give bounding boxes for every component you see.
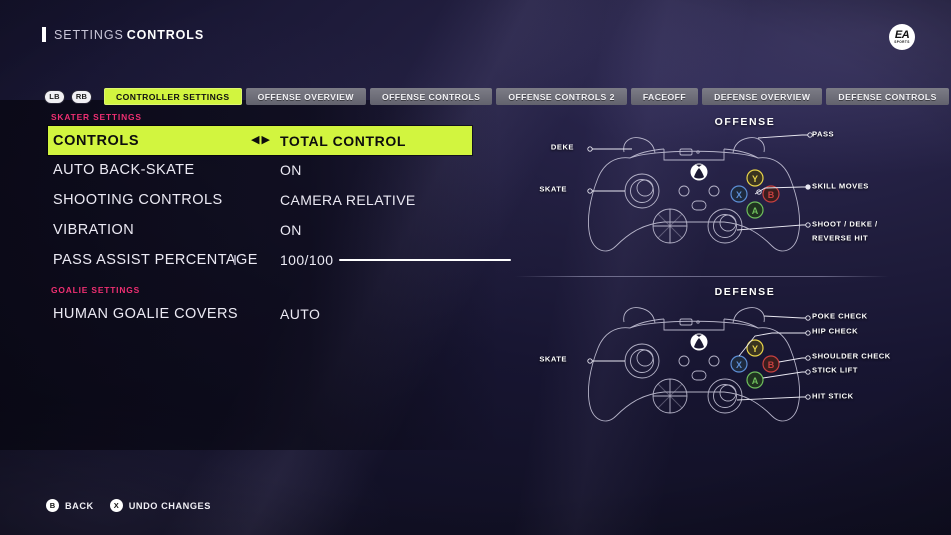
b-button-icon: B: [46, 499, 59, 512]
callout-label-reverse-hit: REVERSE HIT: [812, 233, 869, 243]
slider-tick-marker: [234, 255, 236, 265]
tab-offense-overview[interactable]: OFFENSE OVERVIEW: [245, 88, 366, 105]
tab-offense-controls-2[interactable]: OFFENSE CONTROLS 2: [496, 88, 627, 105]
slider-track[interactable]: [339, 258, 511, 262]
setting-name: CONTROLS: [53, 132, 140, 149]
skater-settings-group[interactable]: CONTROLS ◀ ▶ TOTAL CONTROL AUTO BACK-SKATE ON…: [48, 126, 511, 275]
setting-row-human-goalie-covers[interactable]: HUMAN GOALIE COVERS AUTO: [48, 299, 472, 329]
svg-text:B: B: [768, 360, 775, 370]
footer-actions[interactable]: B BACK X UNDO CHANGES: [46, 499, 211, 512]
setting-name: HUMAN GOALIE COVERS: [53, 306, 238, 322]
rb-bumper-icon[interactable]: RB: [71, 89, 92, 104]
setting-value[interactable]: ON: [280, 222, 302, 238]
setting-name: AUTO BACK-SKATE: [53, 162, 195, 178]
section-label-goalie: GOALIE SETTINGS: [51, 285, 141, 295]
callout-label-pass: PASS: [812, 129, 835, 139]
settings-list[interactable]: SKATER SETTINGS CONTROLS ◀ ▶ TOTAL CONTROL A…: [48, 112, 511, 329]
breadcrumb-accent-bar: [42, 27, 46, 42]
tab-bar[interactable]: LB RB CONTROLLER SETTINGS OFFENSE OVERVIE…: [44, 88, 951, 105]
tab-defense-controls[interactable]: DEFENSE CONTROLS: [826, 88, 949, 105]
ea-logo-subtext: SPORTS: [894, 40, 910, 45]
setting-value[interactable]: TOTAL CONTROL: [280, 133, 406, 149]
setting-row-controls[interactable]: CONTROLS ◀ ▶ TOTAL CONTROL: [48, 126, 472, 155]
offense-diagram-title: OFFENSE: [714, 116, 776, 128]
offense-controller-diagram: OFFENSE Y X B A DEKE SKATE PASS SKILL MO…: [512, 116, 942, 268]
undo-changes-button[interactable]: X UNDO CHANGES: [109, 499, 211, 512]
callout-label-skate: SKATE: [539, 184, 567, 194]
svg-text:A: A: [752, 376, 759, 386]
tab-offense-controls[interactable]: OFFENSE CONTROLS: [369, 88, 493, 105]
breadcrumb: SETTINGS CONTROLS: [42, 27, 204, 42]
breadcrumb-secondary: CONTROLS: [126, 27, 205, 42]
chevron-right-icon[interactable]: ▶: [261, 135, 269, 146]
lb-bumper-icon[interactable]: LB: [44, 89, 65, 104]
value-stepper-arrows[interactable]: ◀ ▶: [251, 135, 270, 146]
setting-name: VIBRATION: [53, 222, 135, 238]
defense-diagram-title: DEFENSE: [714, 286, 776, 298]
tab-faceoff[interactable]: FACEOFF: [630, 88, 699, 105]
setting-value[interactable]: CAMERA RELATIVE: [280, 192, 416, 208]
goalie-settings-group[interactable]: HUMAN GOALIE COVERS AUTO: [48, 299, 472, 329]
callout-label-skate: SKATE: [539, 354, 567, 364]
tab-defense-overview[interactable]: DEFENSE OVERVIEW: [702, 88, 823, 105]
setting-row-pass-assist-percentage[interactable]: PASS ASSIST PERCENTAGE 100/100: [48, 245, 511, 275]
callout-label-poke-check: POKE CHECK: [812, 311, 868, 321]
setting-row-shooting-controls[interactable]: SHOOTING CONTROLS CAMERA RELATIVE: [48, 185, 472, 215]
undo-changes-button-label: UNDO CHANGES: [128, 500, 211, 511]
diagram-divider: [515, 276, 889, 277]
section-label-skater: SKATER SETTINGS: [51, 112, 142, 122]
callout-label-skill-moves: SKILL MOVES: [812, 181, 869, 191]
tab-controller-settings[interactable]: CONTROLLER SETTINGS: [104, 88, 242, 105]
callout-label-hit-stick: HIT STICK: [812, 391, 854, 401]
setting-row-vibration[interactable]: VIBRATION ON: [48, 215, 472, 245]
setting-row-auto-back-skate[interactable]: AUTO BACK-SKATE ON: [48, 155, 472, 185]
ea-logo-text: EA: [894, 28, 910, 41]
defense-controller-diagram: DEFENSE Y X B A SKATE POKE CHECK HIP CHE…: [512, 286, 942, 446]
callout-label-shoot-deke: SHOOT / DEKE /: [812, 219, 878, 229]
chevron-left-icon[interactable]: ◀: [251, 135, 259, 146]
setting-name: SHOOTING CONTROLS: [53, 192, 223, 208]
defense-controller-svg: Y X B A: [587, 307, 811, 422]
callout-label-hip-check: HIP CHECK: [812, 326, 859, 336]
svg-text:X: X: [736, 360, 742, 370]
svg-text:B: B: [768, 190, 775, 200]
setting-name: PASS ASSIST PERCENTAGE: [53, 252, 258, 268]
svg-text:Y: Y: [752, 344, 758, 354]
x-button-icon: X: [109, 499, 123, 512]
setting-value[interactable]: 100/100: [280, 252, 333, 268]
tab-list[interactable]: CONTROLLER SETTINGS OFFENSE OVERVIEW OFFEN…: [104, 88, 951, 105]
setting-value[interactable]: AUTO: [280, 306, 320, 322]
offense-controller-svg: Y X B A: [587, 132, 813, 252]
callout-label-shoulder-check: SHOULDER CHECK: [812, 351, 891, 361]
setting-value[interactable]: ON: [280, 162, 302, 178]
ea-sports-logo-icon: EA SPORTS: [889, 24, 915, 50]
breadcrumb-primary: SETTINGS: [54, 27, 124, 42]
back-button-label: BACK: [65, 500, 94, 511]
back-button[interactable]: B BACK: [46, 499, 94, 512]
svg-text:A: A: [752, 206, 759, 216]
callout-label-deke: DEKE: [550, 142, 574, 152]
callout-label-stick-lift: STICK LIFT: [812, 365, 858, 375]
svg-text:X: X: [736, 190, 742, 200]
svg-text:Y: Y: [752, 174, 758, 184]
